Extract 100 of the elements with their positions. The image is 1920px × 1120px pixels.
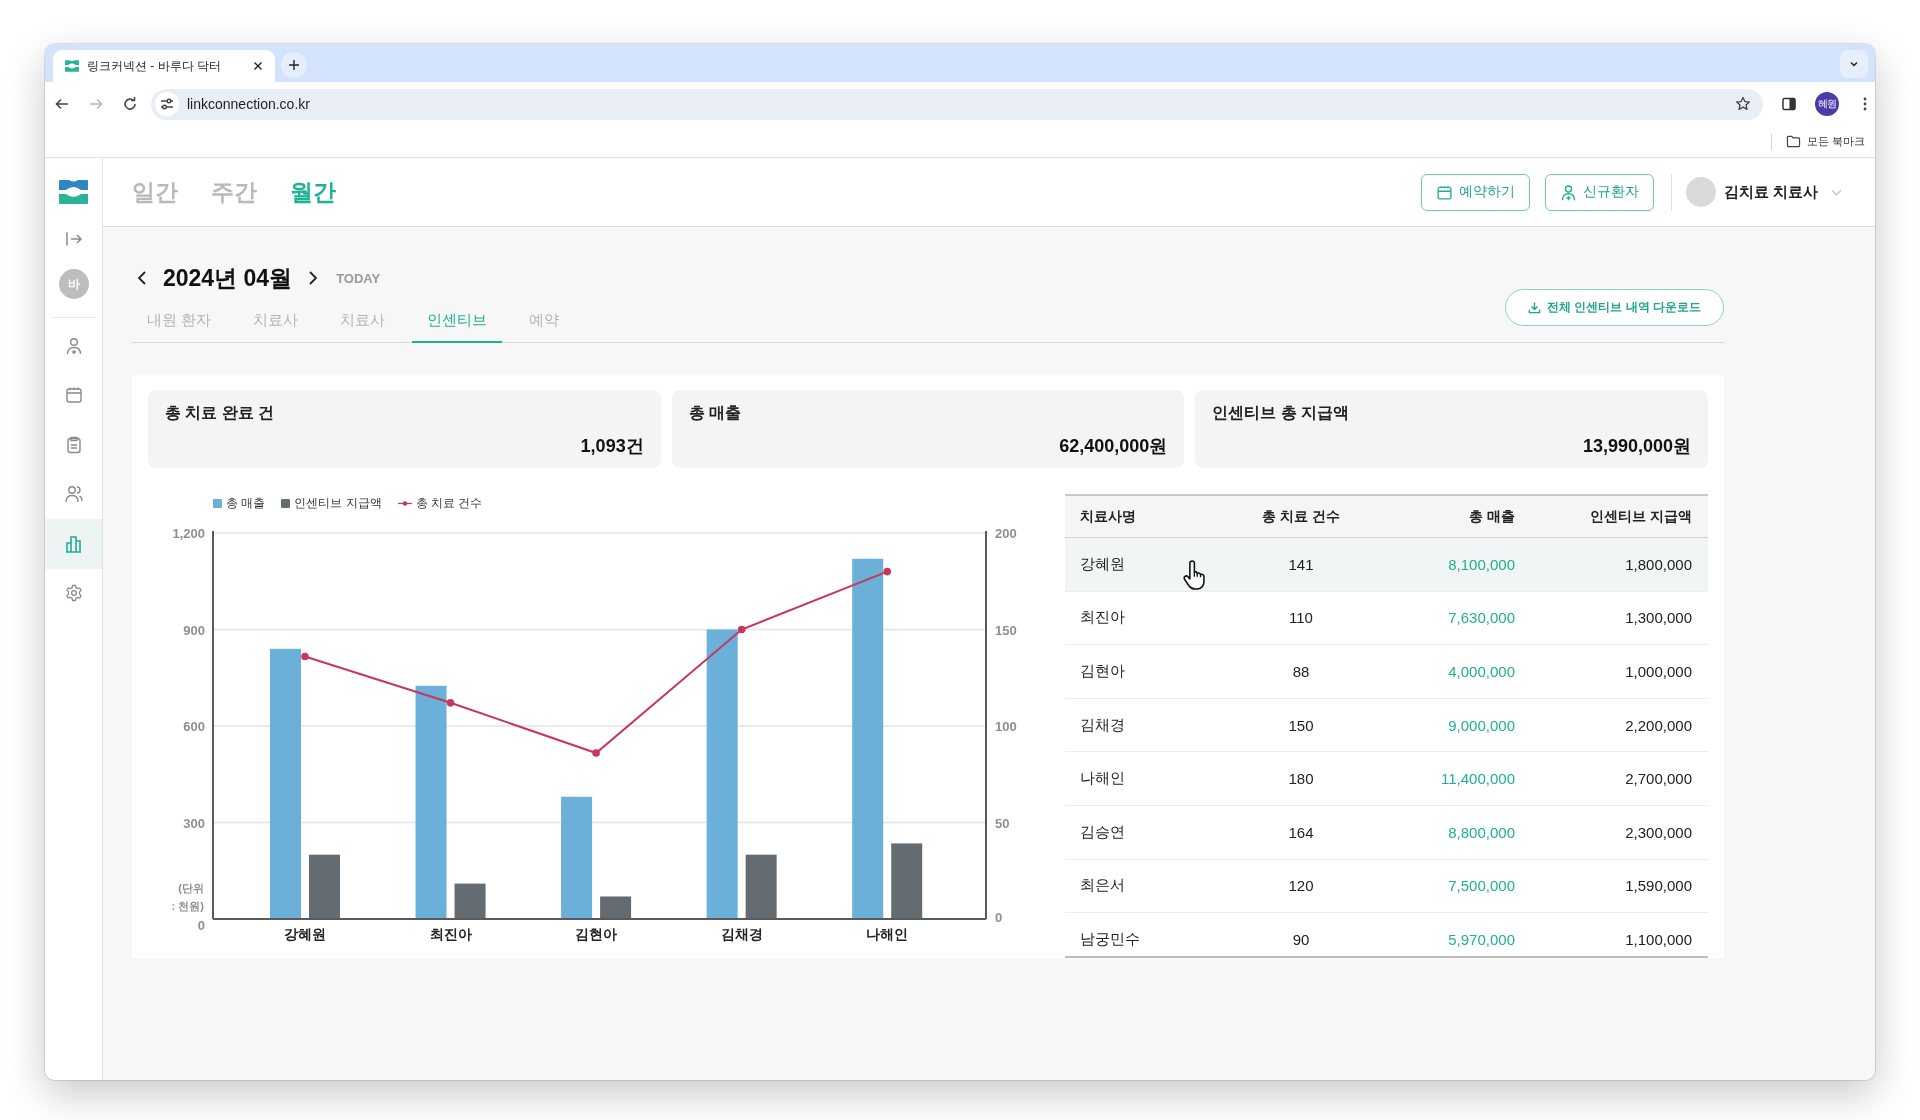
table-cell-text: 김승연	[1079, 822, 1125, 842]
table-cell: 88	[1292, 663, 1310, 680]
y-tick-label: 0	[197, 918, 205, 933]
card-label: 총 치료 완료 건	[165, 403, 275, 423]
table-cell-text: 김현아	[1079, 662, 1125, 681]
table-cell: 5,970,000	[1448, 930, 1515, 948]
chart-bar	[454, 883, 486, 919]
legend-label: 총 매출	[226, 494, 266, 512]
y-tick-label: 900	[183, 622, 205, 638]
table-cell: 150	[1288, 716, 1314, 734]
column-header[interactable]: 치료사명	[1065, 507, 1136, 526]
y-tick-label: 600	[183, 719, 205, 734]
table-cell-text: 최진아	[1079, 608, 1125, 628]
folder-icon[interactable]	[1785, 135, 1801, 148]
tab-title: 링크커넥션 - 바루다 닥터	[87, 57, 221, 75]
card-value: 62,400,000원	[1059, 435, 1168, 458]
logo-icon	[65, 60, 79, 72]
back-icon[interactable]	[54, 96, 70, 112]
table-cell-text: 나해인	[1079, 769, 1125, 789]
month-title: 2024년 04월	[163, 263, 293, 293]
card-value: 1,093건	[580, 435, 644, 458]
table-cell-text: 2,700,000	[1625, 770, 1693, 788]
secondary-y-tick-label: 50	[995, 815, 1010, 831]
table-cell: 180	[1288, 770, 1314, 788]
download-icon	[1528, 301, 1541, 314]
chevron-down-icon	[1849, 59, 1859, 69]
data-point	[592, 749, 600, 757]
table-cell: 110	[1289, 609, 1313, 627]
card-label: 인센티브 총 지급액	[1212, 403, 1350, 423]
reload-icon[interactable]	[122, 96, 138, 112]
category-label: 김채경	[720, 926, 763, 942]
legend-label: 인센티브 지급액	[294, 494, 382, 512]
table-cell-text: 1,590,000	[1625, 877, 1693, 895]
column-header[interactable]: 총 매출	[1469, 507, 1515, 526]
data-point	[446, 699, 455, 707]
table-cell-text: 2,300,000	[1625, 823, 1693, 841]
secondary-y-tick-label: 0	[995, 910, 1003, 925]
column-header[interactable]: 인센티브 지급액	[1590, 507, 1708, 526]
table-cell-text: 김채경	[1079, 715, 1125, 735]
browser-tab[interactable]: 링크커넥션 - 바루다 닥터	[53, 50, 275, 82]
add-person-icon	[1559, 183, 1577, 201]
table-cell-text: 남궁민수	[1079, 929, 1140, 949]
table-cell: 9,000,000	[1448, 716, 1515, 734]
category-label: 김현아	[575, 926, 618, 942]
table-cell: 8,100,000	[1448, 555, 1515, 573]
table-cell-text: 강혜원	[1079, 554, 1125, 574]
table-cell: 164	[1288, 823, 1314, 841]
close-icon[interactable]	[253, 61, 263, 71]
table-cell: 11,400,000	[1441, 770, 1515, 788]
logo-icon[interactable]	[59, 180, 88, 204]
bookmarks-label[interactable]: 모든 북마크	[1806, 134, 1865, 149]
table-cell-text: 2,200,000	[1625, 716, 1693, 734]
profile-avatar[interactable]: 혜원	[1815, 92, 1839, 116]
user-name[interactable]: 김치료 치료사	[1723, 182, 1818, 202]
y-tick-label: 300	[183, 815, 205, 831]
table-cell-text: 최은서	[1079, 876, 1125, 896]
new-tab-button[interactable]	[281, 52, 307, 78]
category-label: 나해인	[866, 926, 909, 942]
table-cell-text: 1,000,000	[1625, 663, 1693, 680]
data-point	[737, 625, 746, 634]
plus-icon	[288, 59, 300, 71]
card-label: 총 매출	[688, 403, 742, 423]
people-icon	[63, 484, 84, 505]
address-bar[interactable]: linkconnection.co.kr	[151, 88, 1763, 120]
settings-icon	[63, 583, 84, 604]
legend-label: 총 치료 건수	[415, 494, 483, 512]
table-cell-text: 1,100,000	[1625, 930, 1693, 948]
unit-label: (단위 : 천원)	[171, 882, 204, 912]
chart-bar	[745, 854, 777, 919]
card-value: 13,990,000원	[1582, 435, 1691, 458]
tune-icon[interactable]	[155, 92, 179, 116]
url-text: linkconnection.co.kr	[187, 96, 310, 112]
category-label: 최진아	[429, 926, 472, 942]
secondary-y-tick-label: 150	[995, 622, 1017, 638]
chart-bar	[309, 854, 340, 919]
table-cell: 90	[1292, 930, 1310, 948]
table-cell: 4,000,000	[1448, 663, 1515, 680]
column-header[interactable]: 총 치료 건수	[1262, 507, 1340, 526]
table-row[interactable]: 강혜원 141 8,100,000 1,800,000	[1065, 538, 1708, 592]
star-icon[interactable]	[1735, 96, 1751, 112]
table-cell-text: 1,300,000	[1625, 609, 1693, 627]
table-cell: 8,800,000	[1448, 823, 1515, 841]
category-label: 강혜원	[284, 926, 326, 942]
calendar-icon	[63, 385, 84, 406]
secondary-y-tick-label: 100	[995, 719, 1017, 734]
side-panel-icon[interactable]	[1781, 96, 1797, 112]
secondary-y-tick-label: 200	[995, 526, 1017, 541]
data-point	[301, 652, 309, 661]
chevron-right-icon[interactable]	[308, 270, 319, 286]
table-cell-text: 1,800,000	[1625, 555, 1693, 573]
chart-bar	[600, 896, 632, 919]
table-cell: 7,500,000	[1448, 877, 1515, 895]
table-cell: 120	[1288, 877, 1314, 895]
calendar-icon	[1435, 183, 1453, 201]
y-tick-label: 1,200	[172, 526, 205, 541]
sidebar-item[interactable]	[45, 519, 102, 569]
bar-chart-icon	[63, 533, 84, 554]
data-point	[883, 567, 891, 576]
table-cell: 141	[1288, 555, 1314, 573]
chevron-left-icon[interactable]	[137, 270, 147, 286]
